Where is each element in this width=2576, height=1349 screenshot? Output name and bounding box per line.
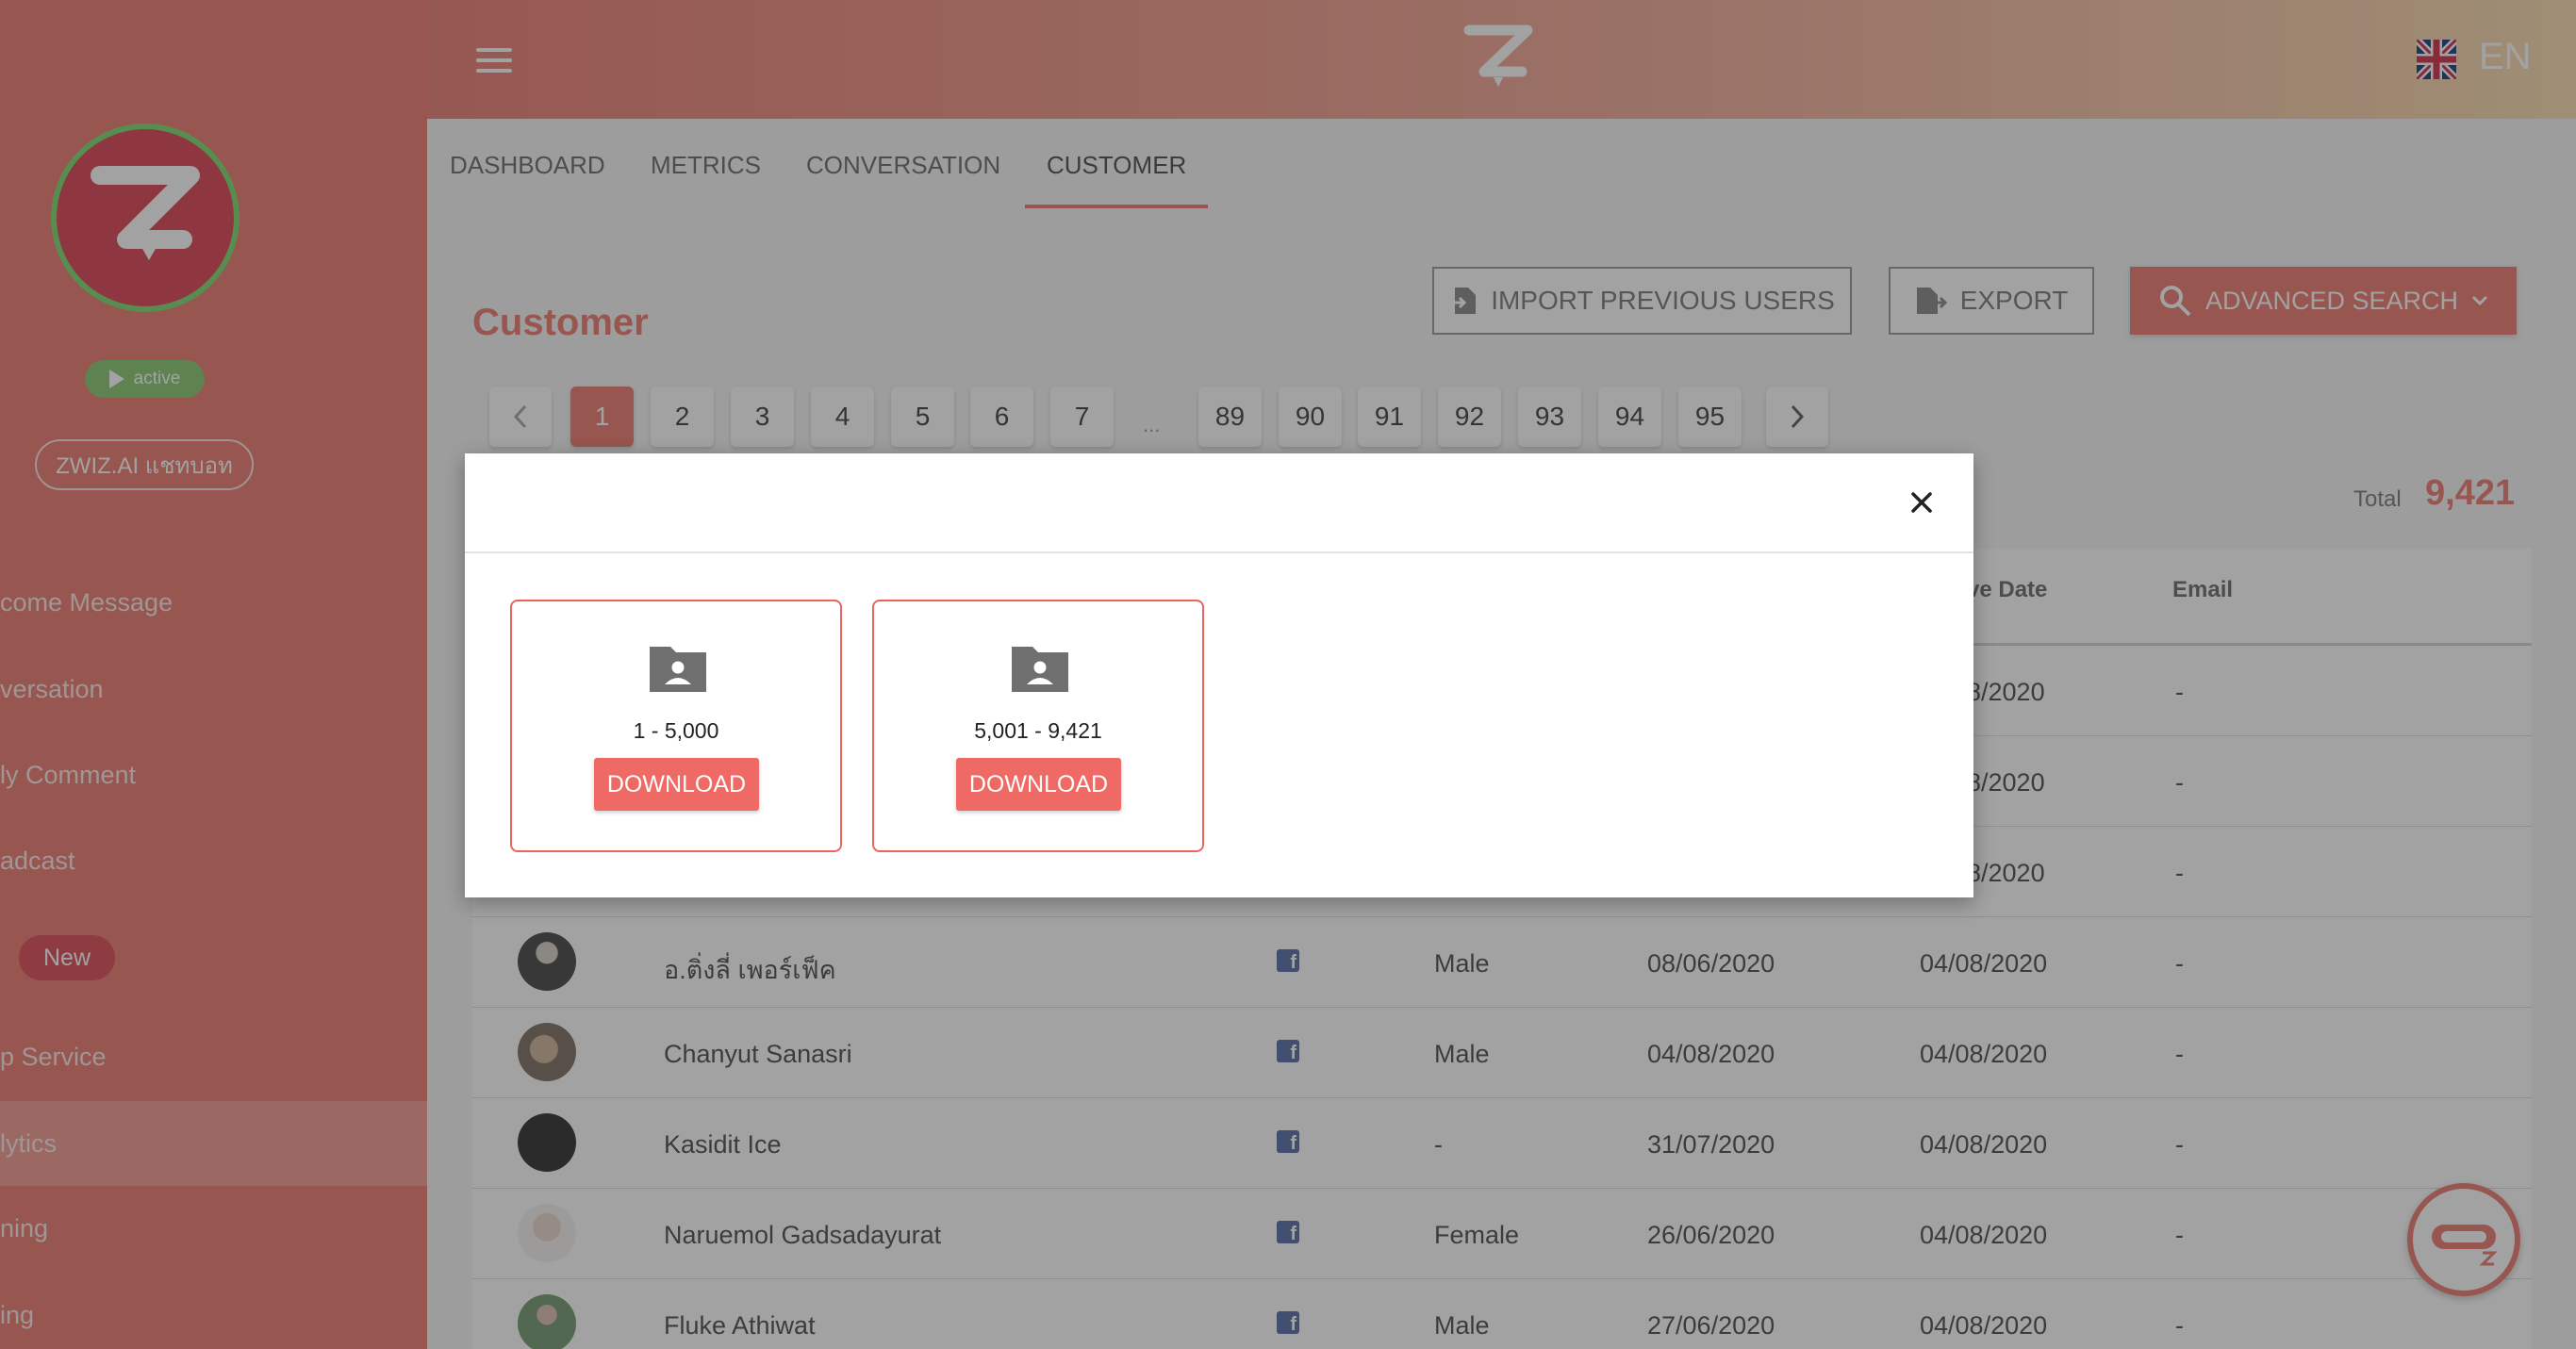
download-card-1: 1 - 5,000 DOWNLOAD <box>510 600 842 852</box>
folder-user-icon <box>1012 647 1068 692</box>
modal-divider <box>465 551 1973 553</box>
download-range-label: 5,001 - 9,421 <box>974 718 1102 743</box>
download-range-label: 1 - 5,000 <box>633 718 719 743</box>
download-button-1[interactable]: DOWNLOAD <box>594 758 759 811</box>
download-modal: 1 - 5,000 DOWNLOAD 5,001 - 9,421 DOWNLOA… <box>465 453 1973 897</box>
folder-user-icon <box>650 647 706 692</box>
download-button-2[interactable]: DOWNLOAD <box>956 758 1121 811</box>
download-card-2: 5,001 - 9,421 DOWNLOAD <box>872 600 1204 852</box>
close-icon[interactable] <box>1905 485 1939 519</box>
